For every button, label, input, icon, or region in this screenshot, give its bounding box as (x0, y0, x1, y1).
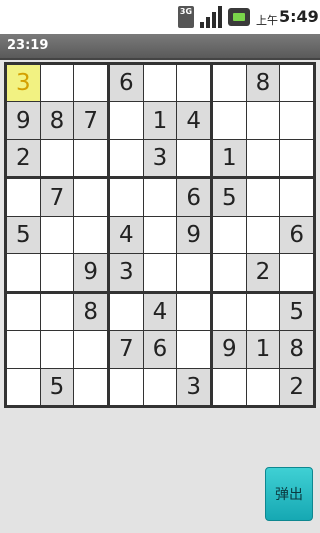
cell-r1c9[interactable] (280, 65, 313, 102)
cell-r1c8[interactable]: 8 (246, 65, 280, 102)
status-ampm: 上午 (256, 14, 278, 27)
cell-r6c4[interactable]: 3 (110, 254, 143, 291)
popup-button[interactable]: 弹出 (265, 467, 313, 521)
cell-r6c3[interactable]: 9 (74, 254, 107, 291)
cell-r8c9[interactable]: 8 (280, 331, 313, 368)
cell-r6c6[interactable] (177, 254, 210, 291)
cell-r7c4[interactable] (110, 293, 143, 331)
cell-r2c5[interactable]: 1 (143, 102, 177, 139)
game-timer: 23:19 (7, 38, 49, 53)
cell-r3c5[interactable]: 3 (143, 139, 177, 177)
cell-r6c1[interactable] (7, 254, 40, 291)
cell-r6c5[interactable] (143, 254, 177, 291)
cell-r1c6[interactable] (177, 65, 210, 102)
cell-r1c2[interactable] (40, 65, 74, 102)
cell-r7c9[interactable]: 5 (280, 293, 313, 331)
cell-r7c2[interactable] (40, 293, 74, 331)
cell-r3c9[interactable] (280, 139, 313, 177)
cell-r6c7[interactable] (213, 254, 246, 291)
cell-r9c1[interactable] (7, 368, 40, 405)
status-time: 5:49 (279, 7, 319, 26)
cell-r3c2[interactable] (40, 139, 74, 177)
cell-r5c7[interactable] (213, 216, 246, 254)
cell-r1c1[interactable]: 3 (7, 65, 40, 102)
cell-r5c3[interactable] (74, 216, 107, 254)
cell-r5c4[interactable]: 4 (110, 216, 143, 254)
cell-r9c2[interactable]: 5 (40, 368, 74, 405)
cell-r5c8[interactable] (246, 216, 280, 254)
cell-r2c2[interactable]: 8 (40, 102, 74, 139)
cell-r2c6[interactable]: 4 (177, 102, 210, 139)
cell-r5c2[interactable] (40, 216, 74, 254)
cell-r2c1[interactable]: 9 (7, 102, 40, 139)
cell-r4c4[interactable] (110, 179, 143, 216)
network-badge-text: 3G (179, 7, 193, 16)
cell-r8c5[interactable]: 6 (143, 331, 177, 368)
cell-r3c6[interactable] (177, 139, 210, 177)
cell-r3c4[interactable] (110, 139, 143, 177)
cell-r5c1[interactable]: 5 (7, 216, 40, 254)
network-3g-icon: 3G (178, 6, 194, 28)
cell-r3c8[interactable] (246, 139, 280, 177)
cell-r7c5[interactable]: 4 (143, 293, 177, 331)
cell-r4c5[interactable] (143, 179, 177, 216)
battery-icon (228, 8, 250, 26)
cell-r2c7[interactable] (213, 102, 246, 139)
cell-r8c2[interactable] (40, 331, 74, 368)
cell-r2c3[interactable]: 7 (74, 102, 107, 139)
popup-button-label: 弹出 (275, 487, 303, 503)
cell-r1c3[interactable] (74, 65, 107, 102)
cell-r5c6[interactable]: 9 (177, 216, 210, 254)
status-bar: 3G 上午 5:49 (0, 0, 320, 34)
cell-r2c8[interactable] (246, 102, 280, 139)
cell-r6c8[interactable]: 2 (246, 254, 280, 291)
cell-r5c9[interactable]: 6 (280, 216, 313, 254)
cell-r1c5[interactable] (143, 65, 177, 102)
cell-r7c7[interactable] (213, 293, 246, 331)
cell-r9c6[interactable]: 3 (177, 368, 210, 405)
cell-r4c9[interactable] (280, 179, 313, 216)
cell-r4c1[interactable] (7, 179, 40, 216)
cell-r4c6[interactable]: 6 (177, 179, 210, 216)
signal-strength-icon (200, 6, 222, 28)
cell-r3c7[interactable]: 1 (213, 139, 246, 177)
cell-r9c8[interactable] (246, 368, 280, 405)
cell-r8c7[interactable]: 9 (213, 331, 246, 368)
cell-r9c7[interactable] (213, 368, 246, 405)
cell-r3c1[interactable]: 2 (7, 139, 40, 177)
cell-r1c4[interactable]: 6 (110, 65, 143, 102)
cell-r8c6[interactable] (177, 331, 210, 368)
timer-bar: 23:19 (0, 34, 320, 60)
cell-r8c4[interactable]: 7 (110, 331, 143, 368)
cell-r9c5[interactable] (143, 368, 177, 405)
cell-r9c3[interactable] (74, 368, 107, 405)
cell-r2c9[interactable] (280, 102, 313, 139)
cell-r4c3[interactable] (74, 179, 107, 216)
cell-r6c2[interactable] (40, 254, 74, 291)
cell-r7c8[interactable] (246, 293, 280, 331)
cell-r7c3[interactable]: 8 (74, 293, 107, 331)
cell-r4c7[interactable]: 5 (213, 179, 246, 216)
cell-r4c2[interactable]: 7 (40, 179, 74, 216)
cell-r8c8[interactable]: 1 (246, 331, 280, 368)
cell-r1c7[interactable] (213, 65, 246, 102)
cell-r6c9[interactable] (280, 254, 313, 291)
cell-r3c3[interactable] (74, 139, 107, 177)
cell-r4c8[interactable] (246, 179, 280, 216)
cell-r8c3[interactable] (74, 331, 107, 368)
sudoku-board: 36898714231765549693284576918532 (4, 62, 316, 408)
cell-r5c5[interactable] (143, 216, 177, 254)
cell-r8c1[interactable] (7, 331, 40, 368)
cell-r2c4[interactable] (110, 102, 143, 139)
cell-r9c9[interactable]: 2 (280, 368, 313, 405)
cell-r9c4[interactable] (110, 368, 143, 405)
cell-r7c6[interactable] (177, 293, 210, 331)
cell-r7c1[interactable] (7, 293, 40, 331)
